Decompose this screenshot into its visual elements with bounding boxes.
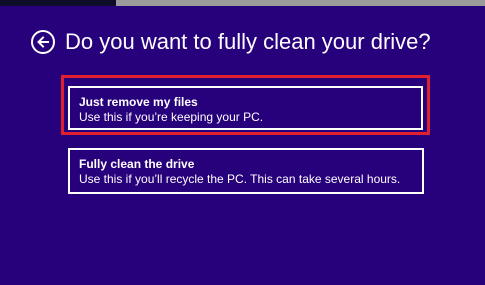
back-arrow-circle-icon [37,36,49,48]
option-description: Use this if you’re keeping your PC. [79,110,264,124]
page-title: Do you want to fully clean your drive? [65,29,431,54]
option-fully-clean-drive[interactable]: Fully clean the drive Use this if you’ll… [68,148,424,194]
top-strip [0,0,485,6]
option-just-remove-files[interactable]: Just remove my files Use this if you’re … [68,86,423,130]
top-strip-gray-segment [116,0,485,6]
back-button[interactable] [31,30,55,54]
option-title: Fully clean the drive [79,157,195,171]
option-title: Just remove my files [79,95,198,109]
option-description: Use this if you’ll recycle the PC. This … [79,172,401,186]
top-strip-dark-segment [0,0,116,6]
